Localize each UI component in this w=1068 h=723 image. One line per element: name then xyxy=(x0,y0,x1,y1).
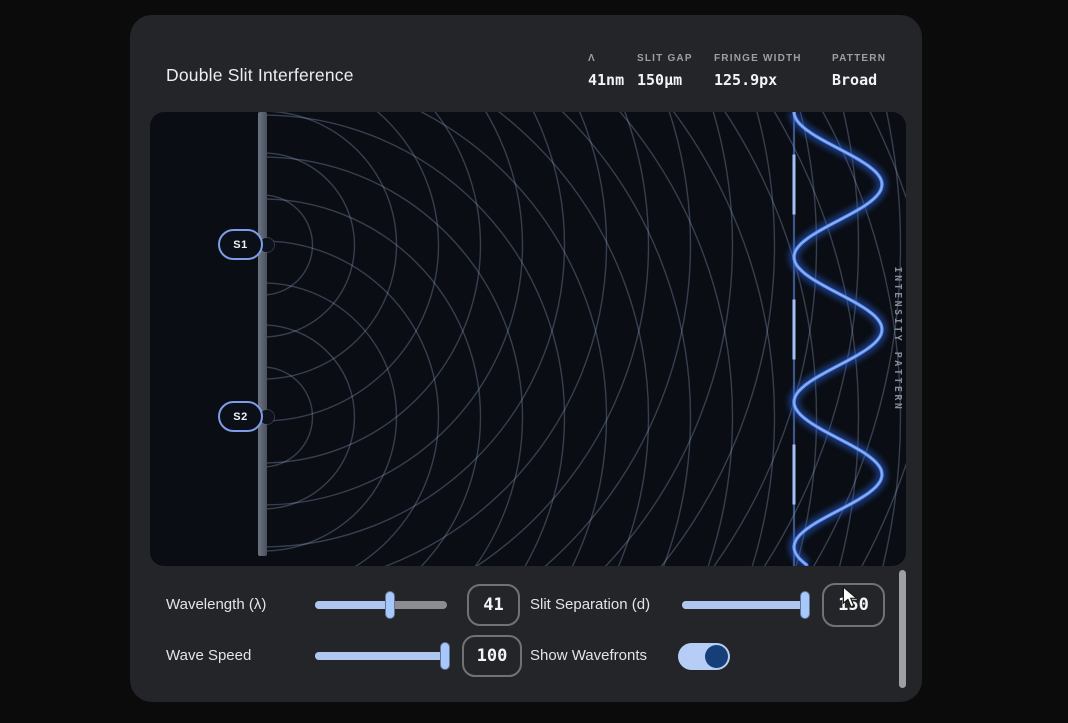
stat-wavelength-label: Λ xyxy=(588,53,624,64)
simulation-canvas[interactable]: S1 S2 INTENSITY PATTERN xyxy=(150,112,906,566)
slit-separation-label: Slit Separation (d) xyxy=(530,595,650,615)
stat-slit-gap: SLIT GAP 150μm xyxy=(637,53,693,89)
intensity-pattern-label: INTENSITY PATTERN xyxy=(892,267,903,412)
stat-wavelength-value: 41nm xyxy=(588,71,624,89)
show-wavefronts-label: Show Wavefronts xyxy=(530,646,647,666)
page-title: Double Slit Interference xyxy=(166,65,354,86)
stat-fringe-width-label: FRINGE WIDTH xyxy=(714,53,802,64)
app-card: Double Slit Interference Λ 41nm SLIT GAP… xyxy=(130,15,922,702)
wave-speed-slider[interactable] xyxy=(315,652,450,660)
stat-slit-gap-label: SLIT GAP xyxy=(637,53,693,64)
wavelength-slider-thumb[interactable] xyxy=(385,591,395,619)
stat-fringe-width: FRINGE WIDTH 125.9px xyxy=(714,53,802,89)
stat-pattern-value: Broad xyxy=(832,71,886,89)
stat-slit-gap-value: 150μm xyxy=(637,71,693,89)
slit-marker-s2[interactable]: S2 xyxy=(218,401,263,432)
stat-pattern: PATTERN Broad xyxy=(832,53,886,89)
scrollbar-thumb[interactable] xyxy=(899,570,906,688)
slit-marker-s1[interactable]: S1 xyxy=(218,229,263,260)
show-wavefronts-toggle[interactable] xyxy=(678,643,730,670)
stat-fringe-width-value: 125.9px xyxy=(714,71,802,89)
wave-speed-label: Wave Speed xyxy=(166,646,251,666)
toggle-knob xyxy=(705,645,728,668)
page-background: Double Slit Interference Λ 41nm SLIT GAP… xyxy=(0,0,1068,723)
wavelength-value-box[interactable]: 41 xyxy=(467,584,520,626)
stat-pattern-label: PATTERN xyxy=(832,53,886,64)
wave-speed-slider-thumb[interactable] xyxy=(440,642,450,670)
wavelength-slider[interactable] xyxy=(315,601,447,609)
slit-separation-slider-fill xyxy=(682,601,810,609)
wavefront-svg xyxy=(150,112,906,566)
wavelength-slider-fill xyxy=(315,601,390,609)
slit-separation-value-box[interactable]: 150 xyxy=(822,583,885,627)
slit-separation-slider-thumb[interactable] xyxy=(800,591,810,619)
wave-speed-slider-fill xyxy=(315,652,450,660)
stat-wavelength: Λ 41nm xyxy=(588,53,624,89)
wave-speed-value-box[interactable]: 100 xyxy=(462,635,522,677)
wavelength-label: Wavelength (λ) xyxy=(166,595,266,615)
slit-separation-slider[interactable] xyxy=(682,601,810,609)
